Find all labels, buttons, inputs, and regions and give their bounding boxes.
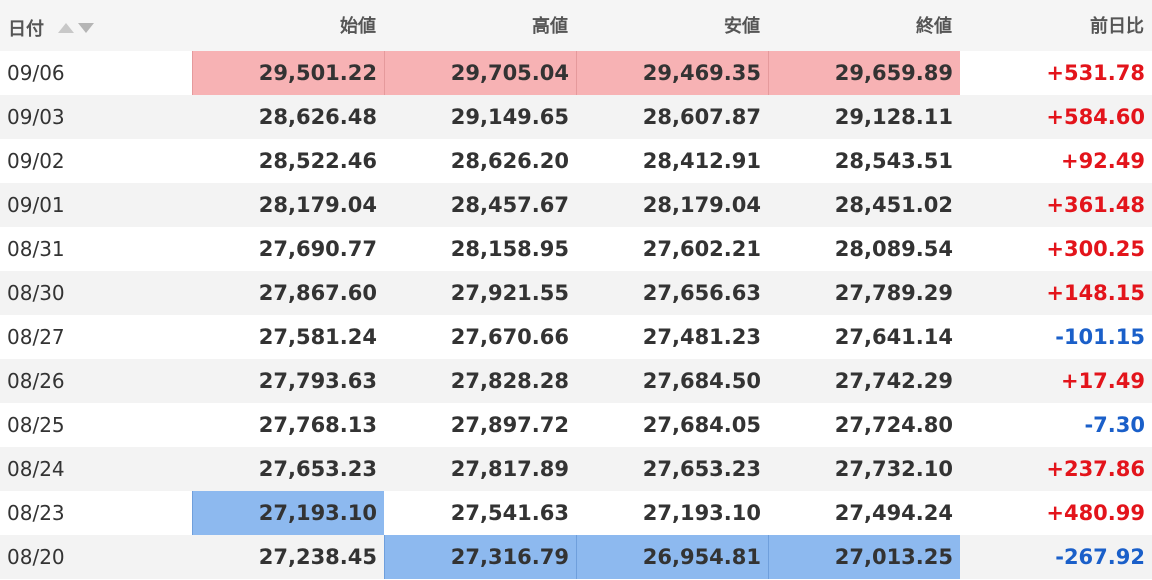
cell-open: 28,522.46 <box>258 149 377 173</box>
table-row: 09/02 28,522.46 28,626.20 28,412.91 28,5… <box>0 139 1152 183</box>
cell-low: 26,954.81 <box>576 535 768 579</box>
cell-close: 27,789.29 <box>834 281 953 305</box>
cell-date: 08/26 <box>7 369 65 393</box>
cell-low: 27,653.23 <box>642 457 761 481</box>
cell-close: 28,451.02 <box>834 193 953 217</box>
table-row: 08/20 27,238.45 27,316.79 26,954.81 27,0… <box>0 535 1152 579</box>
column-header-change[interactable]: 前日比 <box>960 0 1152 51</box>
cell-close: 27,641.14 <box>834 325 953 349</box>
cell-date: 08/31 <box>7 237 65 261</box>
cell-high: 27,921.55 <box>450 281 569 305</box>
cell-close: 29,128.11 <box>834 105 953 129</box>
cell-close: 27,494.24 <box>834 501 953 525</box>
cell-change: +300.25 <box>1046 237 1145 261</box>
column-header-close[interactable]: 終値 <box>768 0 960 51</box>
column-header-date[interactable]: 日付 <box>0 0 192 51</box>
cell-date: 09/03 <box>7 105 65 129</box>
table-row: 08/23 27,193.10 27,541.63 27,193.10 27,4… <box>0 491 1152 535</box>
cell-high: 27,828.28 <box>450 369 569 393</box>
cell-change: +361.48 <box>1046 193 1145 217</box>
cell-change: +92.49 <box>1060 149 1145 173</box>
cell-change: +480.99 <box>1046 501 1145 525</box>
table-row: 08/24 27,653.23 27,817.89 27,653.23 27,7… <box>0 447 1152 491</box>
cell-close: 28,089.54 <box>834 237 953 261</box>
cell-low: 27,602.21 <box>642 237 761 261</box>
table-row: 08/27 27,581.24 27,670.66 27,481.23 27,6… <box>0 315 1152 359</box>
column-header-low[interactable]: 安値 <box>576 0 768 51</box>
cell-close: 27,013.25 <box>768 535 960 579</box>
cell-date: 08/24 <box>7 457 65 481</box>
cell-low: 27,684.05 <box>642 413 761 437</box>
cell-close: 27,732.10 <box>834 457 953 481</box>
cell-low: 27,656.63 <box>642 281 761 305</box>
cell-close: 27,742.29 <box>834 369 953 393</box>
cell-date: 08/23 <box>7 501 65 525</box>
cell-date: 08/27 <box>7 325 65 349</box>
cell-change: +237.86 <box>1046 457 1145 481</box>
cell-high: 27,316.79 <box>384 535 576 579</box>
cell-change: +17.49 <box>1060 369 1145 393</box>
cell-open: 27,768.13 <box>258 413 377 437</box>
cell-date: 08/25 <box>7 413 65 437</box>
cell-open: 28,626.48 <box>258 105 377 129</box>
cell-close: 27,724.80 <box>834 413 953 437</box>
cell-open: 27,653.23 <box>258 457 377 481</box>
cell-date: 09/02 <box>7 149 65 173</box>
cell-open: 27,867.60 <box>258 281 377 305</box>
cell-close: 28,543.51 <box>834 149 953 173</box>
sort-descending-icon[interactable] <box>78 23 95 33</box>
table-row: 08/26 27,793.63 27,828.28 27,684.50 27,7… <box>0 359 1152 403</box>
cell-low: 28,412.91 <box>642 149 761 173</box>
cell-open: 28,179.04 <box>258 193 377 217</box>
column-header-high[interactable]: 高値 <box>384 0 576 51</box>
cell-low: 29,469.35 <box>576 51 768 95</box>
cell-open: 27,690.77 <box>258 237 377 261</box>
cell-high: 29,705.04 <box>384 51 576 95</box>
cell-change: +148.15 <box>1046 281 1145 305</box>
cell-change: +531.78 <box>1046 61 1145 85</box>
cell-low: 28,607.87 <box>642 105 761 129</box>
cell-open: 29,501.22 <box>192 51 384 95</box>
cell-low: 28,179.04 <box>642 193 761 217</box>
cell-low: 27,193.10 <box>642 501 761 525</box>
price-history-table: 日付 始値 高値 安値 終値 前日比 09/06 29,501.22 29,70… <box>0 0 1152 579</box>
cell-high: 27,817.89 <box>450 457 569 481</box>
cell-high: 28,457.67 <box>450 193 569 217</box>
sort-controls <box>58 17 98 38</box>
cell-high: 28,158.95 <box>450 237 569 261</box>
cell-open: 27,193.10 <box>192 491 384 535</box>
cell-date: 09/01 <box>7 193 65 217</box>
cell-open: 27,238.45 <box>258 545 377 569</box>
table-row: 08/31 27,690.77 28,158.95 27,602.21 28,0… <box>0 227 1152 271</box>
cell-change: -7.30 <box>1084 413 1145 437</box>
table-row: 08/25 27,768.13 27,897.72 27,684.05 27,7… <box>0 403 1152 447</box>
cell-change: +584.60 <box>1046 105 1145 129</box>
table-body: 09/06 29,501.22 29,705.04 29,469.35 29,6… <box>0 51 1152 579</box>
cell-change: -101.15 <box>1055 325 1145 349</box>
column-header-date-label: 日付 <box>8 19 44 40</box>
cell-open: 27,581.24 <box>258 325 377 349</box>
cell-close: 29,659.89 <box>768 51 960 95</box>
table-row: 08/30 27,867.60 27,921.55 27,656.63 27,7… <box>0 271 1152 315</box>
cell-date: 09/06 <box>7 61 65 85</box>
column-header-open[interactable]: 始値 <box>192 0 384 51</box>
sort-ascending-icon[interactable] <box>58 23 75 33</box>
cell-open: 27,793.63 <box>258 369 377 393</box>
cell-high: 27,897.72 <box>450 413 569 437</box>
cell-high: 29,149.65 <box>450 105 569 129</box>
table-row: 09/06 29,501.22 29,705.04 29,469.35 29,6… <box>0 51 1152 95</box>
cell-low: 27,481.23 <box>642 325 761 349</box>
table-row: 09/03 28,626.48 29,149.65 28,607.87 29,1… <box>0 95 1152 139</box>
cell-high: 27,541.63 <box>450 501 569 525</box>
cell-low: 27,684.50 <box>642 369 761 393</box>
cell-date: 08/30 <box>7 281 65 305</box>
header-row: 日付 始値 高値 安値 終値 前日比 <box>0 0 1152 51</box>
table-header: 日付 始値 高値 安値 終値 前日比 <box>0 0 1152 51</box>
cell-high: 27,670.66 <box>450 325 569 349</box>
cell-date: 08/20 <box>7 545 65 569</box>
cell-high: 28,626.20 <box>450 149 569 173</box>
table-row: 09/01 28,179.04 28,457.67 28,179.04 28,4… <box>0 183 1152 227</box>
cell-change: -267.92 <box>1055 545 1145 569</box>
